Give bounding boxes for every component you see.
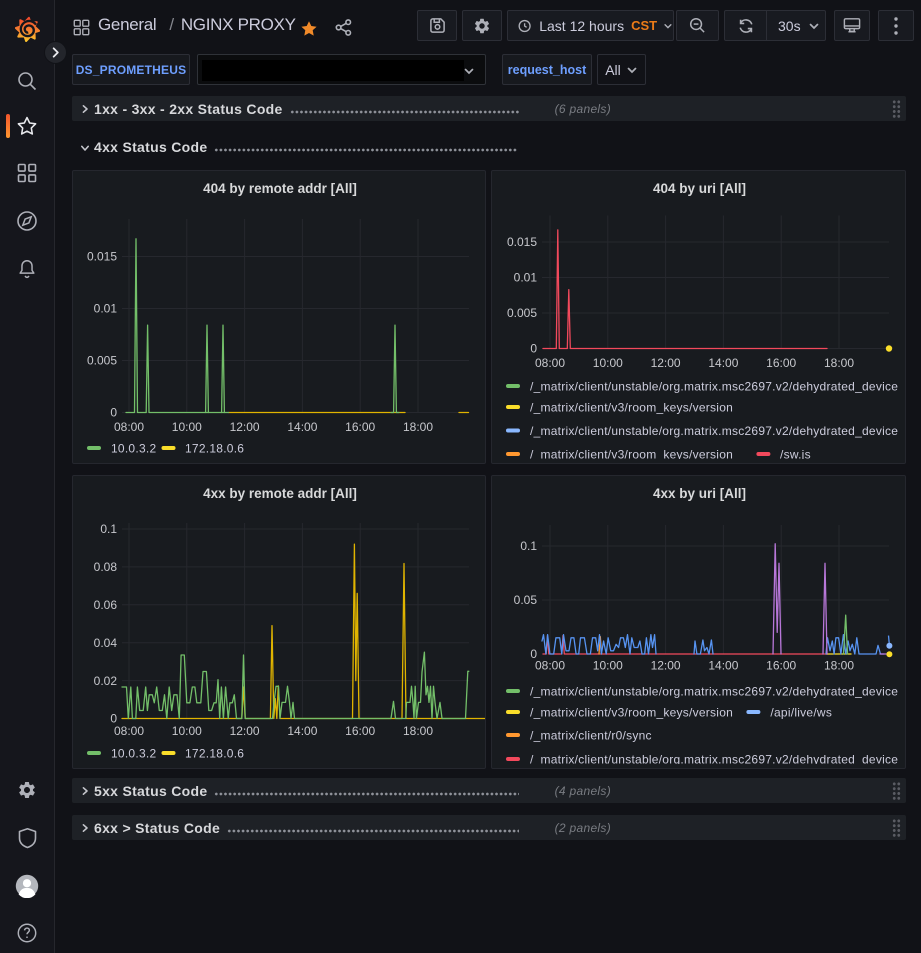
svg-text:/_matrix/client/unstable/org.m: /_matrix/client/unstable/org.matrix.msc2… (530, 684, 898, 698)
svg-text:/_matrix/client/v3/room_keys/v: /_matrix/client/v3/room_keys/version (530, 447, 733, 459)
svg-text:/_matrix/client/r0/sync: /_matrix/client/r0/sync (530, 728, 652, 742)
svg-text:/_matrix/client/unstable/org.m: /_matrix/client/unstable/org.matrix.msc2… (530, 424, 898, 438)
svg-text:14:00: 14:00 (708, 356, 738, 370)
svg-text:18:00: 18:00 (403, 724, 433, 738)
svg-text:18:00: 18:00 (403, 420, 433, 434)
svg-text:16:00: 16:00 (345, 724, 375, 738)
svg-text:/_matrix/client/unstable/org.m: /_matrix/client/unstable/org.matrix.msc2… (530, 379, 898, 393)
svg-text:0.04: 0.04 (94, 636, 118, 650)
svg-text:18:00: 18:00 (824, 356, 854, 370)
svg-text:0.015: 0.015 (87, 250, 117, 264)
svg-text:10.0.3.2: 10.0.3.2 (111, 441, 156, 455)
svg-text:4xx by uri [All]: 4xx by uri [All] (653, 486, 746, 501)
svg-text:0.1: 0.1 (520, 539, 537, 553)
svg-text:/_matrix/client/v3/room_keys/v: /_matrix/client/v3/room_keys/version (530, 705, 733, 719)
svg-text:0.06: 0.06 (94, 598, 118, 612)
svg-text:10.0.3.2: 10.0.3.2 (111, 746, 156, 760)
svg-text:14:00: 14:00 (287, 724, 317, 738)
svg-text:0.005: 0.005 (87, 354, 117, 368)
svg-text:0: 0 (110, 406, 117, 420)
svg-text:12:00: 12:00 (230, 420, 260, 434)
svg-text:0.01: 0.01 (514, 271, 538, 285)
svg-text:08:00: 08:00 (114, 724, 144, 738)
svg-text:16:00: 16:00 (766, 356, 796, 370)
svg-text:0.005: 0.005 (507, 306, 537, 320)
svg-text:172.18.0.6: 172.18.0.6 (185, 441, 244, 455)
svg-text:10:00: 10:00 (593, 659, 623, 673)
svg-text:10:00: 10:00 (593, 356, 623, 370)
svg-text:14:00: 14:00 (287, 420, 317, 434)
svg-text:/_matrix/client/v3/room_keys/v: /_matrix/client/v3/room_keys/version (530, 400, 733, 414)
svg-text:/_matrix/client/unstable/org.m: /_matrix/client/unstable/org.matrix.msc2… (530, 752, 898, 764)
svg-text:4xx by remote addr [All]: 4xx by remote addr [All] (203, 486, 357, 501)
svg-text:/sw.js: /sw.js (780, 447, 811, 459)
svg-text:0.1: 0.1 (100, 522, 117, 536)
svg-text:0: 0 (530, 342, 537, 356)
svg-text:14:00: 14:00 (708, 659, 738, 673)
svg-text:08:00: 08:00 (535, 356, 565, 370)
svg-text:0.02: 0.02 (94, 674, 118, 688)
svg-text:0.015: 0.015 (507, 235, 537, 249)
svg-text:172.18.0.6: 172.18.0.6 (185, 746, 244, 760)
svg-text:0.05: 0.05 (514, 593, 538, 607)
svg-text:08:00: 08:00 (535, 659, 565, 673)
svg-text:08:00: 08:00 (114, 420, 144, 434)
svg-text:0.08: 0.08 (94, 560, 118, 574)
svg-text:16:00: 16:00 (766, 659, 796, 673)
svg-text:10:00: 10:00 (172, 724, 202, 738)
svg-text:18:00: 18:00 (824, 659, 854, 673)
svg-text:16:00: 16:00 (345, 420, 375, 434)
svg-text:/api/live/ws: /api/live/ws (770, 705, 832, 719)
svg-text:12:00: 12:00 (651, 356, 681, 370)
svg-text:12:00: 12:00 (230, 724, 260, 738)
svg-text:404 by uri [All]: 404 by uri [All] (653, 181, 746, 196)
svg-text:0.01: 0.01 (94, 302, 118, 316)
svg-text:12:00: 12:00 (651, 659, 681, 673)
svg-text:10:00: 10:00 (172, 420, 202, 434)
svg-text:404 by remote addr [All]: 404 by remote addr [All] (203, 181, 357, 196)
